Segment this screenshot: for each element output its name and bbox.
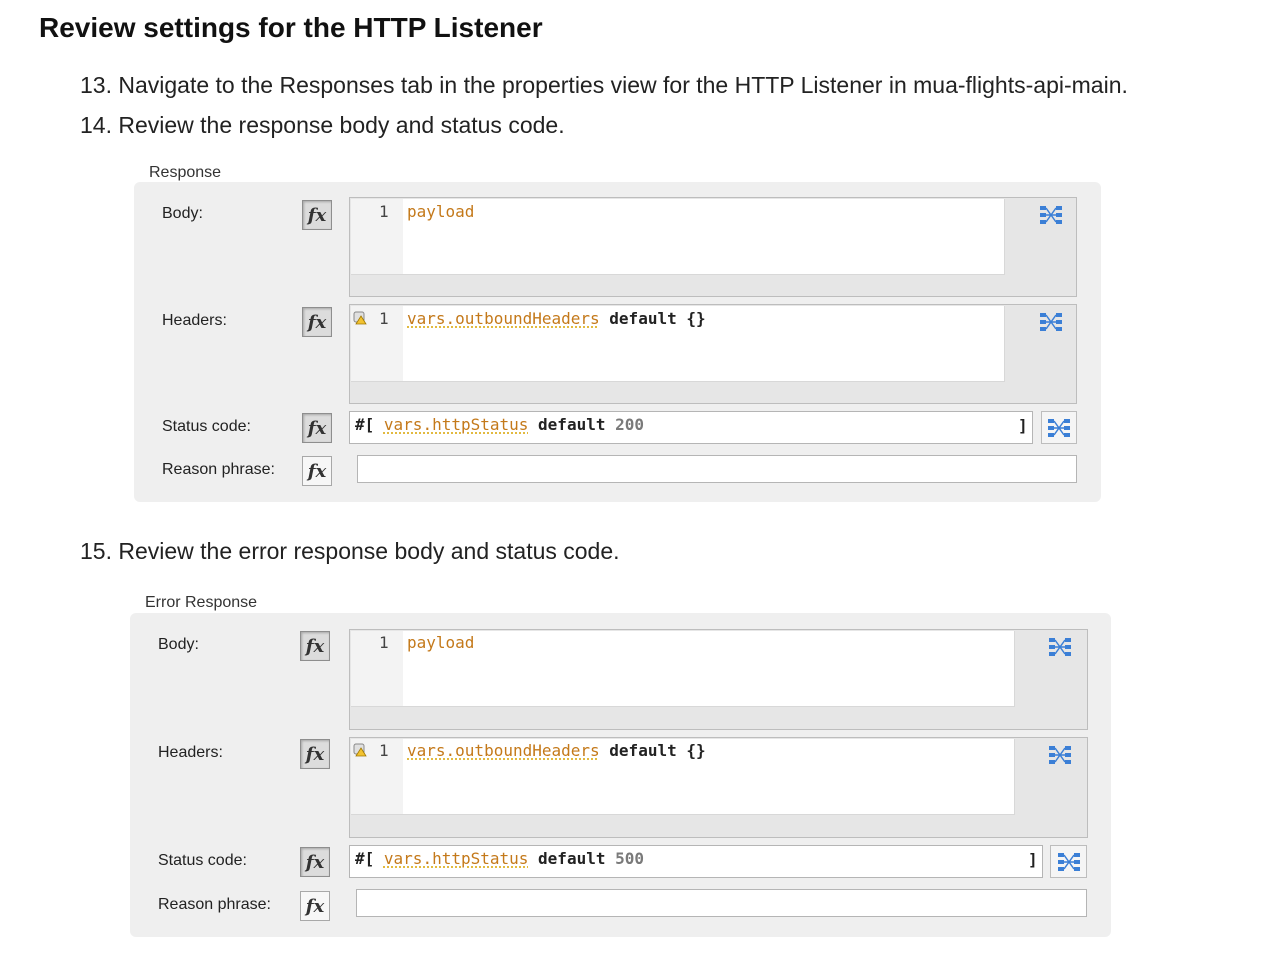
code-identifier: vars.outboundHeaders <box>407 741 600 760</box>
error-status-map-button[interactable] <box>1050 845 1087 878</box>
fx-icon: fx <box>305 743 325 765</box>
error-headers-code: vars.outboundHeaders default {} <box>407 741 706 760</box>
step-14: 14. Review the response body and status … <box>80 112 565 138</box>
transform-map-icon[interactable] <box>1039 311 1063 333</box>
response-body-fx-button[interactable]: fx <box>302 200 332 230</box>
transform-map-icon[interactable] <box>1048 636 1072 658</box>
fx-icon: fx <box>307 417 327 439</box>
code-identifier: vars.httpStatus <box>383 415 529 434</box>
error-body-code: payload <box>407 633 475 652</box>
error-status-code: #[ vars.httpStatus default 500 <box>355 849 644 868</box>
response-status-map-button[interactable] <box>1041 411 1077 444</box>
error-body-label: Body: <box>158 636 199 653</box>
line-number: 1 <box>379 309 389 328</box>
line-number: 1 <box>379 202 389 221</box>
close-bracket: ] <box>1028 850 1038 869</box>
fx-icon: fx <box>305 635 325 657</box>
warning-icon <box>353 311 367 325</box>
fx-icon: fx <box>305 851 325 873</box>
transform-map-icon[interactable] <box>1039 204 1063 226</box>
code-prefix: #[ <box>355 849 384 868</box>
page-title: Review settings for the HTTP Listener <box>39 12 543 43</box>
code-rest: default {} <box>599 741 706 760</box>
fx-icon: fx <box>307 311 327 333</box>
response-body-code: payload <box>407 202 475 221</box>
step-15: 15. Review the error response body and s… <box>80 538 620 564</box>
response-reason-fx-button[interactable]: fx <box>302 456 332 486</box>
code-prefix: #[ <box>355 415 384 434</box>
code-number: 200 <box>615 415 645 434</box>
error-response-section-label: Error Response <box>145 594 258 611</box>
error-status-input[interactable]: #[ vars.httpStatus default 500 ] <box>349 845 1043 878</box>
error-headers-editor[interactable]: 1 vars.outboundHeaders default {} <box>351 739 1015 815</box>
line-number: 1 <box>379 633 389 652</box>
response-section-label: Response <box>149 164 222 181</box>
response-status-fx-button[interactable]: fx <box>302 413 332 443</box>
error-status-fx-button[interactable]: fx <box>300 847 330 877</box>
response-headers-fx-button[interactable]: fx <box>302 307 332 337</box>
error-reason-fx-button[interactable]: fx <box>300 891 330 921</box>
error-body-fx-button[interactable]: fx <box>300 631 330 661</box>
response-headers-editor[interactable]: 1 vars.outboundHeaders default {} <box>351 306 1005 382</box>
fx-icon: fx <box>305 895 325 917</box>
code-keyword: default <box>528 415 616 434</box>
transform-map-icon[interactable] <box>1048 744 1072 766</box>
warning-icon <box>353 743 367 757</box>
line-number: 1 <box>379 741 389 760</box>
code-number: 500 <box>615 849 645 868</box>
step-13: 13. Navigate to the Responses tab in the… <box>80 72 1128 98</box>
error-headers-label: Headers: <box>158 744 223 761</box>
response-status-code: #[ vars.httpStatus default 200 <box>355 415 644 434</box>
code-keyword: default <box>528 849 616 868</box>
error-body-editor[interactable]: 1 payload <box>351 631 1015 707</box>
response-body-editor[interactable]: 1 payload <box>351 199 1005 275</box>
response-status-label: Status code: <box>162 418 251 435</box>
error-reason-input[interactable] <box>356 889 1087 917</box>
close-bracket: ] <box>1018 416 1028 435</box>
line-gutter <box>351 199 403 274</box>
error-reason-label: Reason phrase: <box>158 896 271 913</box>
fx-icon: fx <box>307 460 327 482</box>
response-headers-code: vars.outboundHeaders default {} <box>407 309 706 328</box>
line-gutter <box>351 631 403 706</box>
transform-map-icon <box>1048 419 1070 437</box>
error-status-label: Status code: <box>158 852 247 869</box>
error-headers-fx-button[interactable]: fx <box>300 739 330 769</box>
response-status-input[interactable]: #[ vars.httpStatus default 200 ] <box>349 411 1033 444</box>
response-body-label: Body: <box>162 205 203 222</box>
code-rest: default {} <box>599 309 706 328</box>
transform-map-icon <box>1058 853 1080 871</box>
response-reason-label: Reason phrase: <box>162 461 275 478</box>
code-identifier: vars.httpStatus <box>383 849 529 868</box>
fx-icon: fx <box>307 204 327 226</box>
response-headers-label: Headers: <box>162 312 227 329</box>
response-reason-input[interactable] <box>357 455 1077 483</box>
code-identifier: vars.outboundHeaders <box>407 309 600 328</box>
